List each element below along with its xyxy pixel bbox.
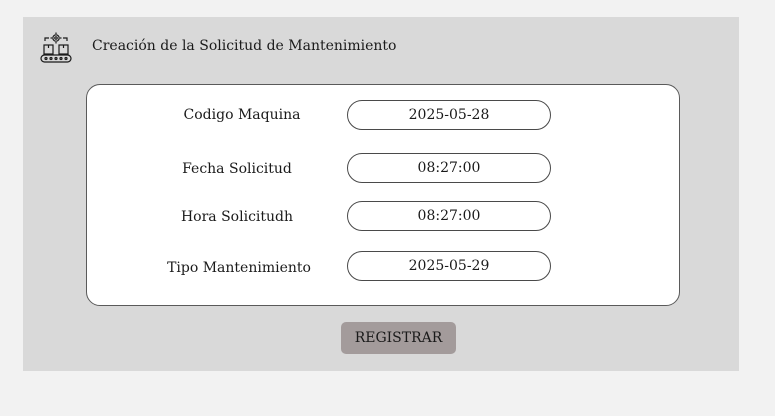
maintenance-type-field[interactable] xyxy=(347,251,551,281)
machine-code-label: Codigo Maquina xyxy=(183,107,301,123)
maintenance-type-label: Tipo Mantenimiento xyxy=(167,260,311,276)
request-date-label: Fecha Solicitud xyxy=(182,161,292,177)
request-time-label: Hora Solicitudh xyxy=(180,209,294,225)
register-button[interactable]: REGISTRAR xyxy=(341,322,456,354)
request-date-field[interactable] xyxy=(347,153,551,183)
maintenance-request-panel: Creación de la Solicitud de Mantenimient… xyxy=(23,17,739,371)
request-form-card: Codigo Maquina Fecha Solicitud Hora Soli… xyxy=(86,84,680,306)
machine-code-field[interactable] xyxy=(347,100,551,130)
request-time-field[interactable] xyxy=(347,201,551,231)
page-title: Creación de la Solicitud de Mantenimient… xyxy=(92,38,397,54)
conveyor-gear-icon xyxy=(40,32,72,63)
